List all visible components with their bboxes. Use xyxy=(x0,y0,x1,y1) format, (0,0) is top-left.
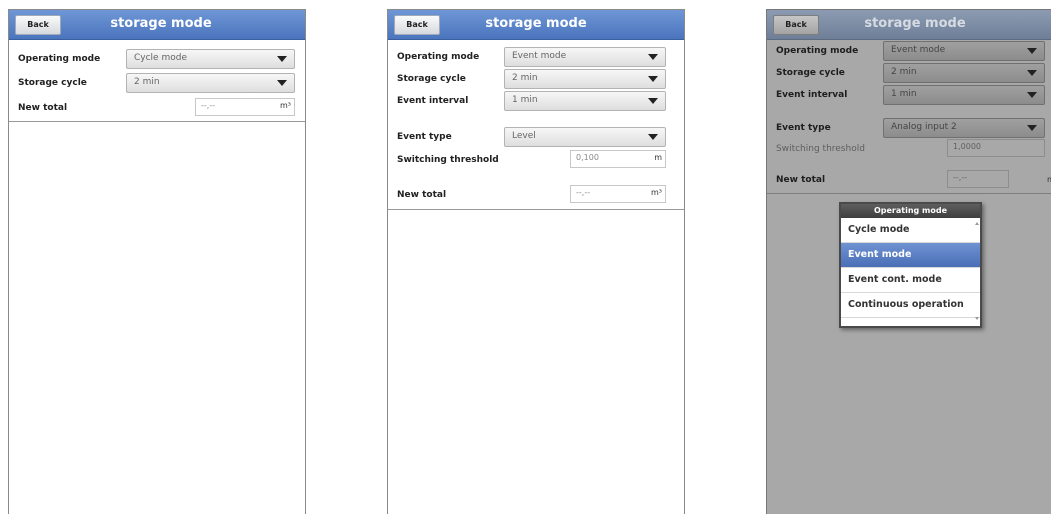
operating-mode-value: Cycle mode xyxy=(134,53,187,63)
switching-threshold-label: Switching threshold xyxy=(776,144,865,154)
chevron-down-icon xyxy=(648,98,658,104)
switching-threshold-value: 0,100 xyxy=(576,153,599,162)
new-total-value: --,-- xyxy=(576,188,591,197)
switching-threshold-field[interactable]: 1,0000 xyxy=(947,139,1045,157)
new-total-row: New total --,-- m³ xyxy=(388,185,684,207)
operating-mode-label: Operating mode xyxy=(18,54,101,64)
new-total-row: New total --,-- m³ xyxy=(9,98,305,120)
divider xyxy=(9,121,305,122)
event-interval-row: Event interval 1 min xyxy=(388,91,684,113)
popup-option-event-cont-mode[interactable]: Event cont. mode xyxy=(841,268,980,293)
chevron-down-icon xyxy=(1027,125,1037,131)
new-total-field[interactable]: --,-- m³ xyxy=(195,98,295,116)
chevron-down-icon xyxy=(1027,48,1037,54)
event-interval-label: Event interval xyxy=(397,96,469,106)
event-type-row: Event type Level xyxy=(388,127,684,149)
event-interval-value: 1 min xyxy=(512,95,538,105)
switching-threshold-field[interactable]: 0,100 m xyxy=(570,150,666,168)
popup-title: Operating mode xyxy=(841,204,980,218)
event-interval-select[interactable]: 1 min xyxy=(883,85,1045,105)
storage-cycle-row: Storage cycle 2 min xyxy=(767,63,1051,85)
operating-mode-select[interactable]: Event mode xyxy=(504,47,666,67)
chevron-down-icon xyxy=(648,54,658,60)
event-interval-label: Event interval xyxy=(776,90,848,100)
storage-cycle-value: 2 min xyxy=(512,73,538,83)
header-bar: Back storage mode xyxy=(388,10,684,40)
event-type-row: Event type Analog input 2 xyxy=(767,118,1051,140)
operating-mode-row: Operating mode Event mode xyxy=(767,41,1051,63)
storage-cycle-row: Storage cycle 2 min xyxy=(388,69,684,91)
event-type-value: Analog input 2 xyxy=(891,122,957,132)
operating-mode-select[interactable]: Cycle mode xyxy=(126,49,295,69)
operating-mode-row: Operating mode Event mode xyxy=(388,47,684,69)
event-type-label: Event type xyxy=(776,123,831,133)
popup-option-continuous-operation[interactable]: Continuous operation xyxy=(841,293,980,318)
page-title: storage mode xyxy=(864,16,966,31)
switching-threshold-row: Switching threshold 0,100 m xyxy=(388,150,684,172)
new-total-unit: m³ xyxy=(1047,175,1051,184)
operating-mode-select[interactable]: Event mode xyxy=(883,41,1045,61)
chevron-down-icon xyxy=(648,76,658,82)
event-interval-row: Event interval 1 min xyxy=(767,85,1051,107)
storage-cycle-select[interactable]: 2 min xyxy=(126,73,295,93)
popup-option-cycle-mode[interactable]: Cycle mode xyxy=(841,218,980,243)
new-total-value: --,-- xyxy=(201,101,216,110)
new-total-row: New total --,-- m³ xyxy=(767,170,1051,192)
operating-mode-label: Operating mode xyxy=(776,46,859,56)
event-interval-value: 1 min xyxy=(891,89,917,99)
screen-event-mode: Back storage mode Operating mode Event m… xyxy=(387,9,685,514)
storage-cycle-select[interactable]: 2 min xyxy=(883,63,1045,83)
divider xyxy=(388,209,684,210)
chevron-down-icon xyxy=(277,80,287,86)
operating-mode-value: Event mode xyxy=(891,45,946,55)
screen-cycle-mode: Back storage mode Operating mode Cycle m… xyxy=(8,9,306,514)
operating-mode-value: Event mode xyxy=(512,51,567,61)
switching-threshold-row: Switching threshold 1,0000 xyxy=(767,139,1051,161)
switching-threshold-label: Switching threshold xyxy=(397,155,499,165)
header-bar: Back storage mode xyxy=(767,10,1051,40)
storage-cycle-select[interactable]: 2 min xyxy=(504,69,666,89)
event-type-select[interactable]: Analog input 2 xyxy=(883,118,1045,138)
operating-mode-row: Operating mode Cycle mode xyxy=(9,49,305,71)
new-total-field[interactable]: --,-- m³ xyxy=(570,185,666,203)
switching-threshold-unit: m xyxy=(654,153,662,162)
event-interval-select[interactable]: 1 min xyxy=(504,91,666,111)
storage-cycle-label: Storage cycle xyxy=(397,74,466,84)
operating-mode-popup: Operating mode Cycle mode Event mode Eve… xyxy=(839,202,982,328)
storage-cycle-value: 2 min xyxy=(891,67,917,77)
event-type-value: Level xyxy=(512,131,536,141)
new-total-label: New total xyxy=(776,175,826,185)
popup-option-event-mode[interactable]: Event mode xyxy=(841,243,980,268)
new-total-value: --,-- xyxy=(953,173,968,182)
new-total-label: New total xyxy=(397,190,447,200)
new-total-label: New total xyxy=(18,103,68,113)
divider xyxy=(767,193,1051,194)
switching-threshold-value: 1,0000 xyxy=(953,142,981,151)
new-total-field[interactable]: --,-- xyxy=(947,170,1009,188)
screen-operating-mode-popup: Back storage mode Operating mode Event m… xyxy=(766,9,1051,514)
operating-mode-label: Operating mode xyxy=(397,52,480,62)
event-type-label: Event type xyxy=(397,132,452,142)
storage-cycle-row: Storage cycle 2 min xyxy=(9,73,305,95)
event-type-select[interactable]: Level xyxy=(504,127,666,147)
header-bar: Back storage mode xyxy=(9,10,305,40)
popup-scrollbar[interactable] xyxy=(975,222,979,320)
chevron-down-icon xyxy=(1027,70,1037,76)
chevron-down-icon xyxy=(648,134,658,140)
page-title: storage mode xyxy=(485,16,587,31)
storage-cycle-value: 2 min xyxy=(134,77,160,87)
chevron-down-icon xyxy=(1027,92,1037,98)
chevron-down-icon xyxy=(277,56,287,62)
storage-cycle-label: Storage cycle xyxy=(18,78,87,88)
new-total-unit: m³ xyxy=(651,188,662,197)
new-total-unit: m³ xyxy=(280,101,291,110)
storage-cycle-label: Storage cycle xyxy=(776,68,845,78)
page-title: storage mode xyxy=(110,16,212,31)
